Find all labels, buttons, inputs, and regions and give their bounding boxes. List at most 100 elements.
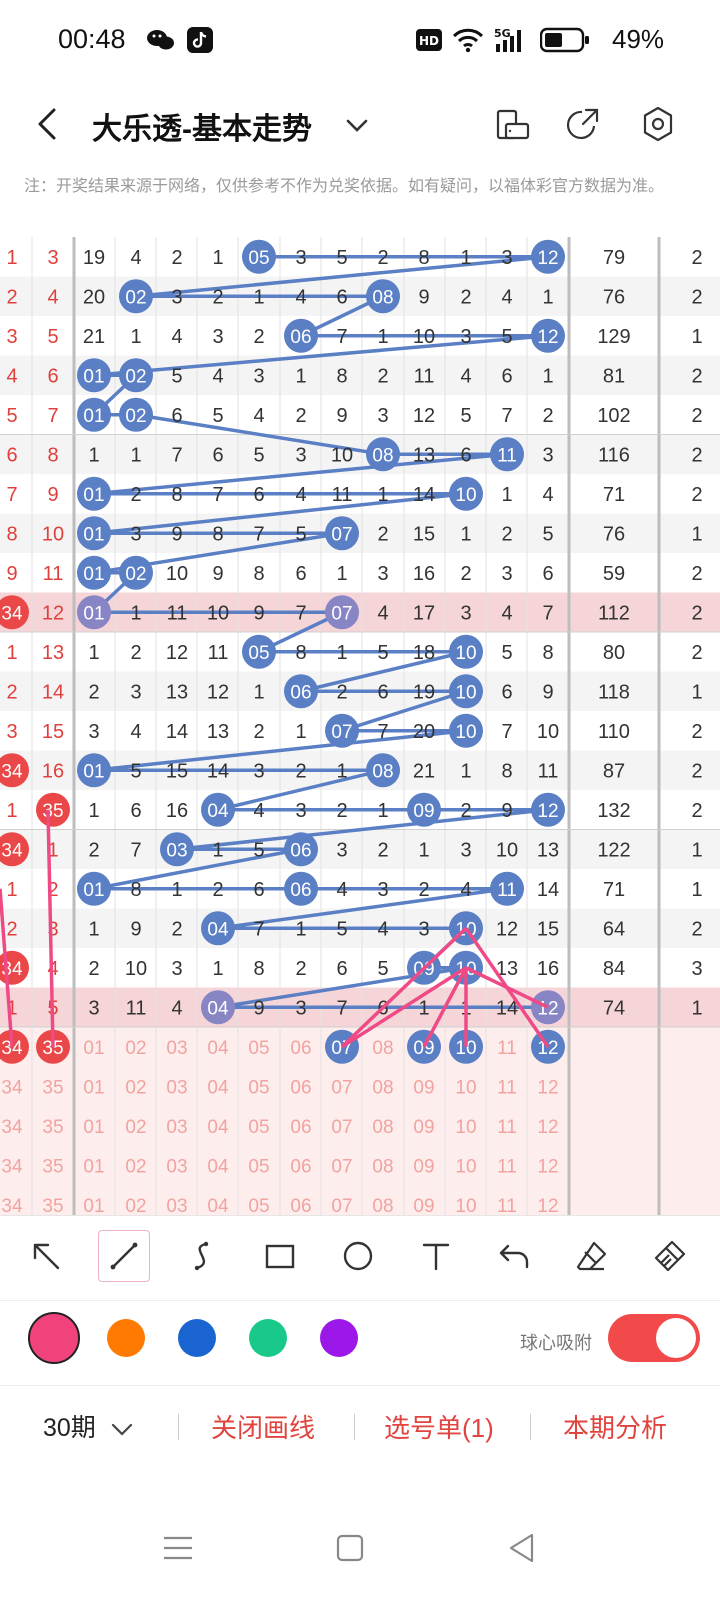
pick-number[interactable]: 10 (455, 1077, 476, 1098)
pick-number[interactable]: 09 (413, 1038, 434, 1059)
pick-number[interactable]: 10 (455, 1156, 476, 1177)
trend-grid[interactable]: 1 3 19 4 2 1 05 3 5 2 8 1 3 12 79 22 4 20 02 3 2 1 4 6 08 9 2 4 1 76 2… (0, 237, 720, 1215)
color-swatch-purple[interactable] (320, 1319, 358, 1357)
phone-rotate-icon[interactable] (494, 104, 534, 144)
pick-number[interactable]: 02 (125, 1196, 146, 1215)
pick-number[interactable]: 02 (125, 1077, 146, 1098)
pick-number[interactable]: 05 (248, 1156, 269, 1177)
cell-value: 2 (171, 247, 182, 269)
pick-number[interactable]: 35 (42, 1117, 63, 1138)
pick-number[interactable]: 09 (413, 1156, 434, 1177)
pick-number[interactable]: 11 (497, 1038, 517, 1059)
pick-number[interactable]: 01 (83, 1077, 104, 1098)
close-lines-button[interactable]: 关闭画线 (211, 1408, 315, 1445)
pick-number[interactable]: 34 (1, 1156, 23, 1177)
pick-number[interactable]: 10 (455, 1117, 476, 1138)
pick-number[interactable]: 11 (497, 1117, 517, 1138)
settings-icon[interactable] (638, 104, 678, 144)
pick-number[interactable]: 02 (125, 1156, 146, 1177)
undo-icon[interactable] (488, 1230, 540, 1282)
pick-number[interactable]: 34 (1, 1117, 23, 1138)
snap-to-ball-toggle[interactable] (608, 1314, 700, 1362)
pick-number[interactable]: 06 (290, 1156, 311, 1177)
pick-number[interactable]: 03 (166, 1117, 187, 1138)
pick-number[interactable]: 35 (42, 1156, 63, 1177)
line-tool-icon[interactable] (98, 1230, 150, 1282)
curve-tool-icon[interactable] (176, 1230, 228, 1282)
pick-number[interactable]: 02 (125, 1117, 146, 1138)
pick-number[interactable]: 04 (207, 1196, 229, 1215)
pick-number[interactable]: 01 (83, 1117, 104, 1138)
trend-chart[interactable]: 1 3 19 4 2 1 05 3 5 2 8 1 3 12 79 2 2 4 20 02 3 2 1 4 6 08 9 2 4 1 76 2… (0, 237, 720, 1215)
pick-number[interactable]: 03 (166, 1077, 187, 1098)
pick-number[interactable]: 05 (248, 1117, 269, 1138)
pick-number[interactable]: 34 (1, 1196, 23, 1215)
pick-number[interactable]: 07 (331, 1117, 352, 1138)
pick-number[interactable]: 12 (537, 1038, 558, 1059)
rectangle-tool-icon[interactable] (254, 1230, 306, 1282)
pick-number[interactable]: 11 (497, 1077, 517, 1098)
pick-number[interactable]: 35 (42, 1196, 63, 1215)
clear-brush-icon[interactable] (644, 1230, 696, 1282)
cell-value: 3 (47, 247, 58, 269)
color-swatch-green[interactable] (249, 1319, 287, 1357)
pick-number[interactable]: 04 (207, 1156, 229, 1177)
color-swatch-pink[interactable] (28, 1312, 80, 1364)
pick-number[interactable]: 04 (207, 1077, 229, 1098)
circle-tool-icon[interactable] (332, 1230, 384, 1282)
pick-number[interactable]: 07 (331, 1156, 352, 1177)
pick-number[interactable]: 03 (166, 1038, 187, 1059)
pick-number[interactable]: 08 (372, 1156, 393, 1177)
chevron-down-icon[interactable] (340, 108, 374, 142)
pick-number[interactable]: 34 (1, 1077, 23, 1098)
menu-icon[interactable] (158, 1528, 198, 1568)
cell-value: 1 (212, 247, 223, 269)
period-selector[interactable]: 30期 (43, 1408, 135, 1444)
pick-number[interactable]: 03 (166, 1196, 187, 1215)
pick-number[interactable]: 09 (413, 1117, 434, 1138)
cursor-arrow-icon[interactable] (20, 1230, 72, 1282)
pick-number[interactable]: 01 (83, 1156, 104, 1177)
pick-number[interactable]: 05 (248, 1038, 269, 1059)
back-arrow-icon[interactable] (30, 102, 70, 146)
pick-number[interactable]: 01 (83, 1196, 104, 1215)
pick-number[interactable]: 12 (537, 1077, 558, 1098)
pick-number[interactable]: 10 (455, 1196, 476, 1215)
pick-number[interactable]: 08 (372, 1038, 393, 1059)
pick-number[interactable]: 05 (248, 1077, 269, 1098)
pick-number[interactable]: 06 (290, 1038, 311, 1059)
pick-number[interactable]: 08 (372, 1196, 393, 1215)
pick-number[interactable]: 35 (42, 1077, 63, 1098)
pick-number[interactable]: 11 (497, 1196, 517, 1215)
pick-number[interactable]: 09 (413, 1077, 434, 1098)
pick-list-button[interactable]: 选号单(1) (384, 1408, 494, 1445)
pick-number[interactable]: 12 (537, 1196, 558, 1215)
share-icon[interactable] (564, 104, 604, 144)
pick-number[interactable]: 07 (331, 1077, 352, 1098)
cell-value: 14 (166, 721, 188, 743)
color-swatch-orange[interactable] (107, 1319, 145, 1357)
text-tool-icon[interactable] (410, 1230, 462, 1282)
eraser-icon[interactable] (566, 1230, 618, 1282)
pick-number[interactable]: 08 (372, 1077, 393, 1098)
pick-number[interactable]: 08 (372, 1117, 393, 1138)
pick-number[interactable]: 06 (290, 1077, 311, 1098)
page-title[interactable]: 大乐透-基本走势 (92, 104, 312, 148)
pick-number[interactable]: 12 (537, 1117, 558, 1138)
pick-number[interactable]: 04 (207, 1117, 229, 1138)
pick-number[interactable]: 01 (83, 1038, 104, 1059)
back-icon[interactable] (502, 1528, 542, 1568)
pick-number[interactable]: 11 (497, 1156, 517, 1177)
pick-number[interactable]: 06 (290, 1196, 311, 1215)
period-analysis-button[interactable]: 本期分析 (563, 1408, 667, 1445)
pick-number[interactable]: 12 (537, 1156, 558, 1177)
pick-number[interactable]: 04 (207, 1038, 229, 1059)
pick-number[interactable]: 09 (413, 1196, 434, 1215)
home-icon[interactable] (330, 1528, 370, 1568)
color-swatch-blue[interactable] (178, 1319, 216, 1357)
pick-number[interactable]: 06 (290, 1117, 311, 1138)
pick-number[interactable]: 05 (248, 1196, 269, 1215)
pick-number[interactable]: 03 (166, 1156, 187, 1177)
pick-number[interactable]: 07 (331, 1196, 352, 1215)
pick-number[interactable]: 02 (125, 1038, 146, 1059)
